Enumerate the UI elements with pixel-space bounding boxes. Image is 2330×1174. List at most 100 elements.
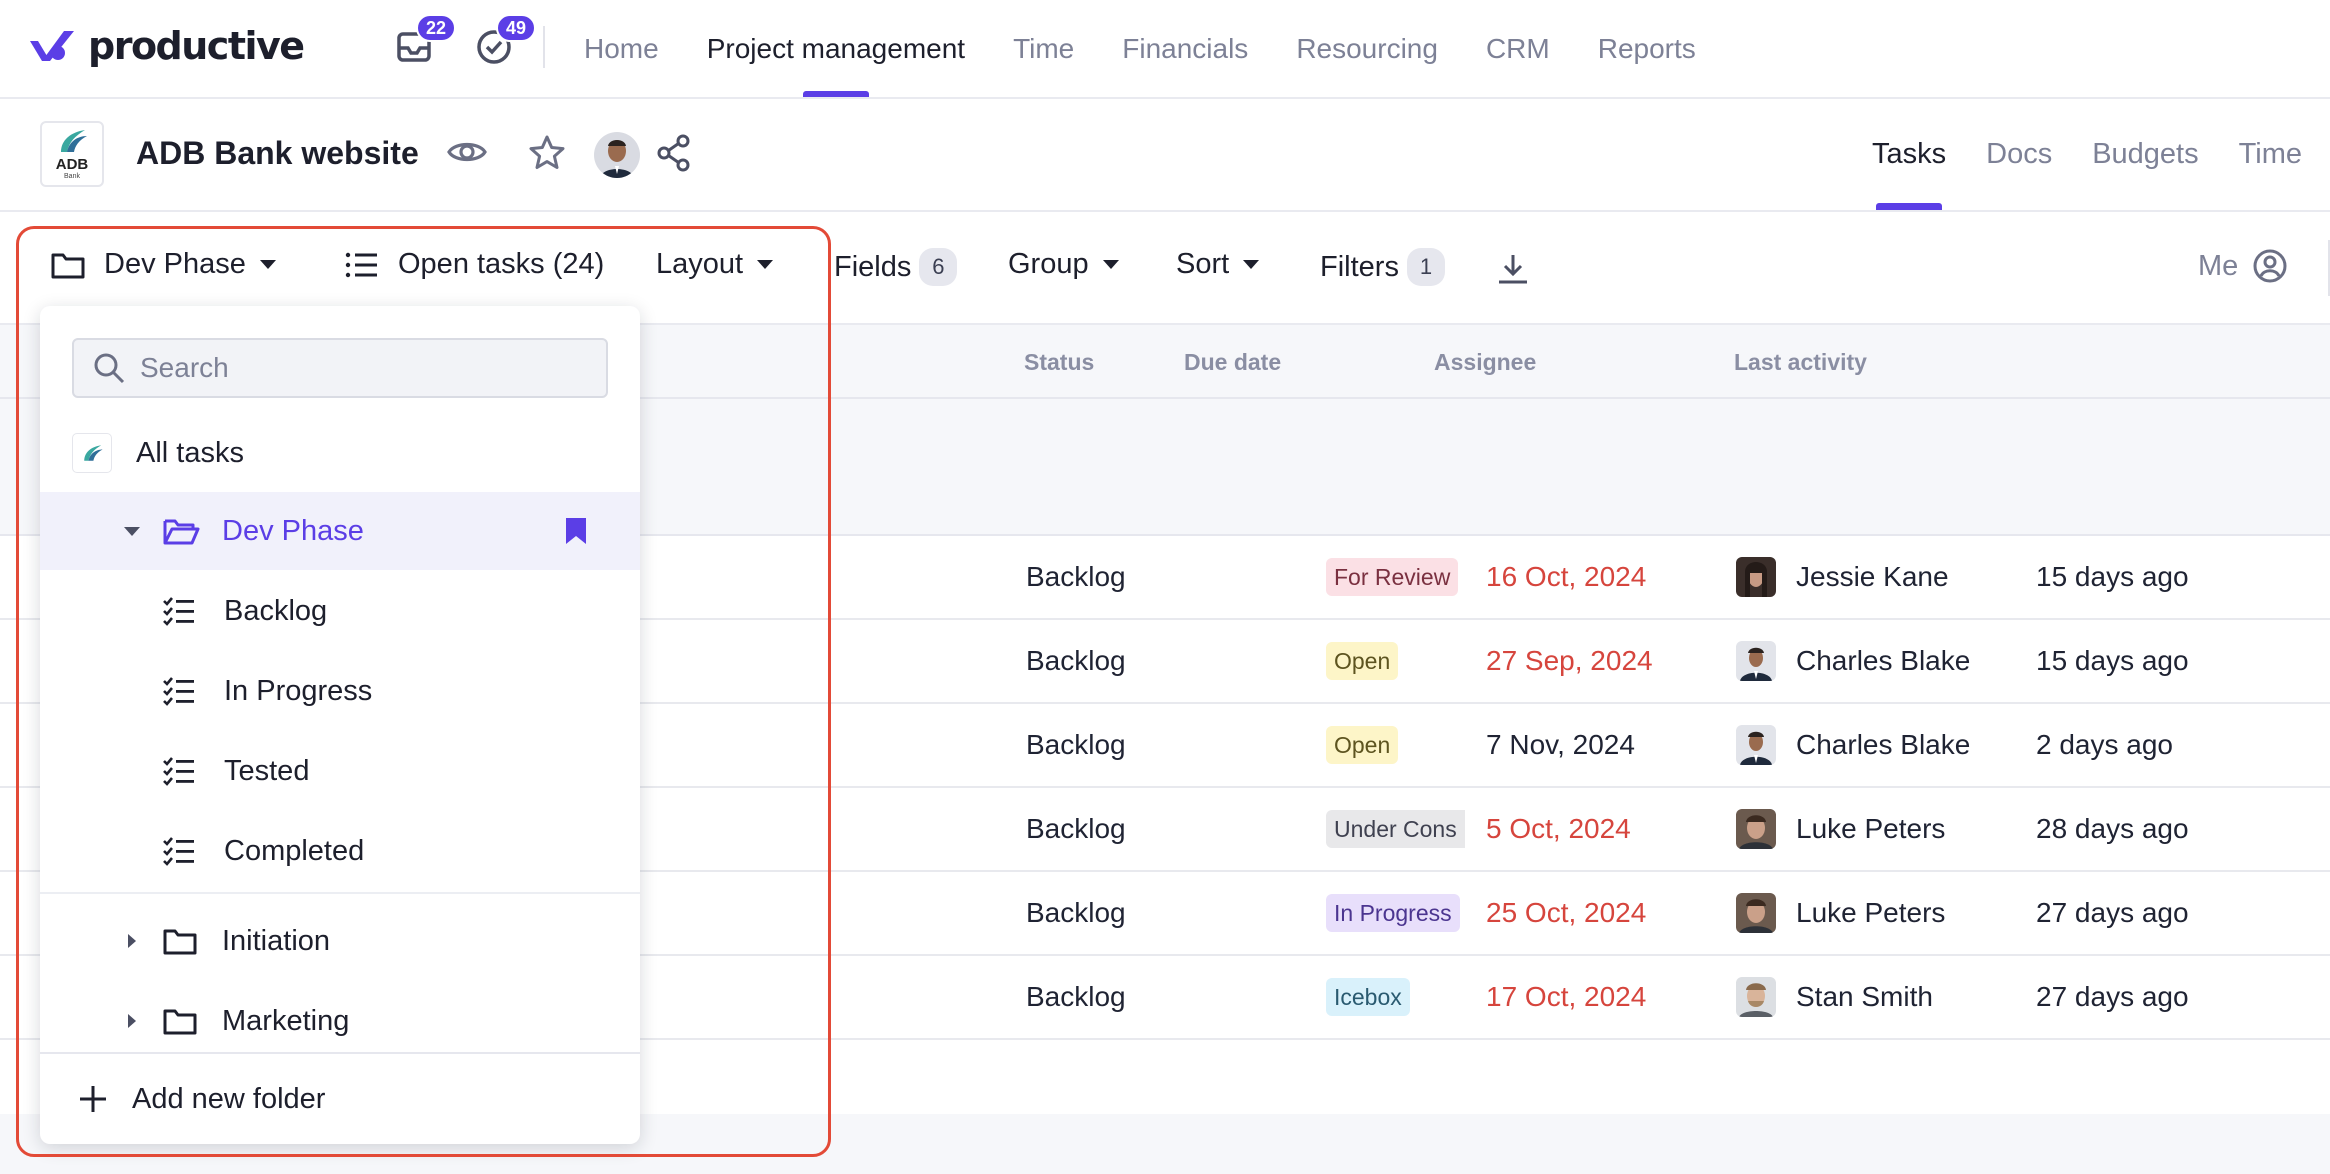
expand-icon[interactable]	[128, 934, 136, 948]
sort-button[interactable]: Sort	[1176, 248, 1260, 281]
status-cell[interactable]: Under Cons	[1326, 788, 1465, 870]
column-last-activity[interactable]: Last activity	[1734, 349, 1867, 376]
assignee[interactable]: Stan Smith	[1736, 956, 1933, 1038]
group-button[interactable]: Group	[1008, 248, 1119, 281]
avatar-portrait	[1736, 809, 1776, 849]
collapse-icon[interactable]	[124, 526, 140, 536]
nav-financials[interactable]: Financials	[1122, 0, 1248, 97]
status-tag: Open	[1326, 726, 1399, 764]
selected-folder-label: Dev Phase	[222, 514, 364, 547]
due-date[interactable]: 7 Nov, 2024	[1486, 704, 1635, 786]
project-logo-small	[72, 433, 112, 473]
status-cell[interactable]: Icebox	[1326, 956, 1410, 1038]
assignee-name: Luke Peters	[1796, 813, 1946, 844]
task-list: Backlog	[1026, 981, 1126, 1012]
watch-button[interactable]	[446, 137, 488, 167]
tab-docs[interactable]: Docs	[1986, 99, 2052, 210]
dropdown-list-tested[interactable]: Tested	[40, 732, 640, 810]
nav-resourcing[interactable]: Resourcing	[1296, 0, 1438, 97]
last-activity: 15 days ago	[2036, 561, 2189, 592]
dropdown-folder-dev-phase[interactable]: Dev Phase	[40, 492, 640, 570]
assignee[interactable]: Charles Blake	[1736, 620, 1970, 702]
project-member-avatar[interactable]	[594, 132, 640, 178]
last-activity: 27 days ago	[2036, 897, 2189, 928]
folder-open-icon	[163, 519, 200, 545]
due-date[interactable]: 16 Oct, 2024	[1486, 536, 1646, 618]
due-date[interactable]: 5 Oct, 2024	[1486, 788, 1631, 870]
share-button[interactable]	[654, 133, 694, 173]
folder-icon	[163, 1009, 197, 1035]
chevron-down-icon	[757, 260, 774, 269]
avatar	[1736, 725, 1776, 765]
column-due-date[interactable]: Due date	[1184, 349, 1281, 376]
productive-logo[interactable]: productive	[28, 24, 305, 68]
dropdown-list-backlog[interactable]: Backlog	[40, 572, 640, 650]
assignee[interactable]: Luke Peters	[1736, 788, 1945, 870]
last-activity: 2 days ago	[2036, 729, 2173, 760]
status-cell[interactable]: For Review	[1326, 536, 1459, 618]
nav-time[interactable]: Time	[1013, 0, 1074, 97]
favorite-button[interactable]	[527, 133, 567, 173]
dropdown-folder-marketing[interactable]: Marketing	[40, 982, 640, 1060]
task-list: Backlog	[1026, 729, 1126, 760]
fields-button[interactable]: Fields 6	[834, 248, 958, 286]
due-date[interactable]: 27 Sep, 2024	[1486, 620, 1653, 702]
tab-budgets[interactable]: Budgets	[2092, 99, 2198, 210]
fields-count-badge: 6	[919, 248, 958, 286]
inbox-button[interactable]: 22	[394, 14, 456, 70]
user-circle-icon	[2253, 249, 2287, 283]
folder-selector[interactable]: Dev Phase	[50, 248, 276, 281]
layout-button[interactable]: Layout	[656, 248, 774, 281]
bookmark-icon[interactable]	[564, 516, 588, 546]
assignee[interactable]: Charles Blake	[1736, 704, 1970, 786]
due-date[interactable]: 17 Oct, 2024	[1486, 956, 1646, 1038]
nav-reports[interactable]: Reports	[1598, 0, 1696, 97]
status-tag: Under Cons	[1326, 810, 1465, 848]
layout-label: Layout	[656, 248, 744, 280]
dropdown-list-completed[interactable]: Completed	[40, 812, 640, 890]
task-list: Backlog	[1026, 897, 1126, 928]
share-icon	[657, 134, 690, 172]
me-filter-button[interactable]: Me	[2198, 248, 2288, 284]
due-date[interactable]: 25 Oct, 2024	[1486, 872, 1646, 954]
top-navigation: productive 22 49 Home Project management…	[0, 0, 2330, 99]
tab-time[interactable]: Time	[2239, 99, 2302, 210]
dropdown-all-tasks[interactable]: All tasks	[40, 414, 640, 492]
checklist-icon	[163, 757, 194, 786]
avatar	[1736, 893, 1776, 933]
nav-home[interactable]: Home	[584, 0, 659, 97]
inbox-count-badge: 22	[416, 14, 456, 42]
dropdown-folder-initiation[interactable]: Initiation	[40, 902, 640, 980]
expand-icon[interactable]	[128, 1014, 136, 1028]
search-input[interactable]	[140, 352, 580, 384]
nav-project-management[interactable]: Project management	[707, 0, 965, 97]
avatar-portrait	[1736, 977, 1776, 1017]
avatar-portrait	[594, 132, 640, 178]
avatar-portrait	[1736, 893, 1776, 933]
filters-button[interactable]: Filters 1	[1320, 248, 1445, 286]
avatar-portrait	[1736, 641, 1776, 681]
status-cell[interactable]: In Progress	[1326, 872, 1460, 954]
status-cell[interactable]: Open	[1326, 704, 1399, 786]
column-status[interactable]: Status	[1024, 349, 1094, 376]
add-new-folder-button[interactable]: Add new folder	[40, 1052, 640, 1144]
nav-divider	[543, 26, 545, 68]
folder-search[interactable]	[72, 338, 608, 398]
assignee[interactable]: Luke Peters	[1736, 872, 1945, 954]
eye-icon	[447, 142, 487, 162]
task-filter-selector[interactable]: Open tasks (24)	[344, 248, 604, 281]
assignee[interactable]: Jessie Kane	[1736, 536, 1949, 618]
column-assignee[interactable]: Assignee	[1434, 349, 1536, 376]
status-cell[interactable]: Open	[1326, 620, 1399, 702]
status-tag: For Review	[1326, 558, 1459, 596]
chevron-down-icon	[1243, 260, 1260, 269]
my-tasks-button[interactable]: 49	[474, 14, 536, 70]
tab-tasks[interactable]: Tasks	[1872, 99, 1946, 210]
list-label: Completed	[224, 834, 365, 867]
export-button[interactable]	[1496, 252, 1530, 286]
dropdown-list-in-progress[interactable]: In Progress	[40, 652, 640, 730]
nav-crm[interactable]: CRM	[1486, 0, 1550, 97]
brand-name: productive	[88, 24, 305, 68]
me-label: Me	[2198, 249, 2239, 282]
main-nav-links: Home Project management Time Financials …	[584, 0, 1744, 97]
